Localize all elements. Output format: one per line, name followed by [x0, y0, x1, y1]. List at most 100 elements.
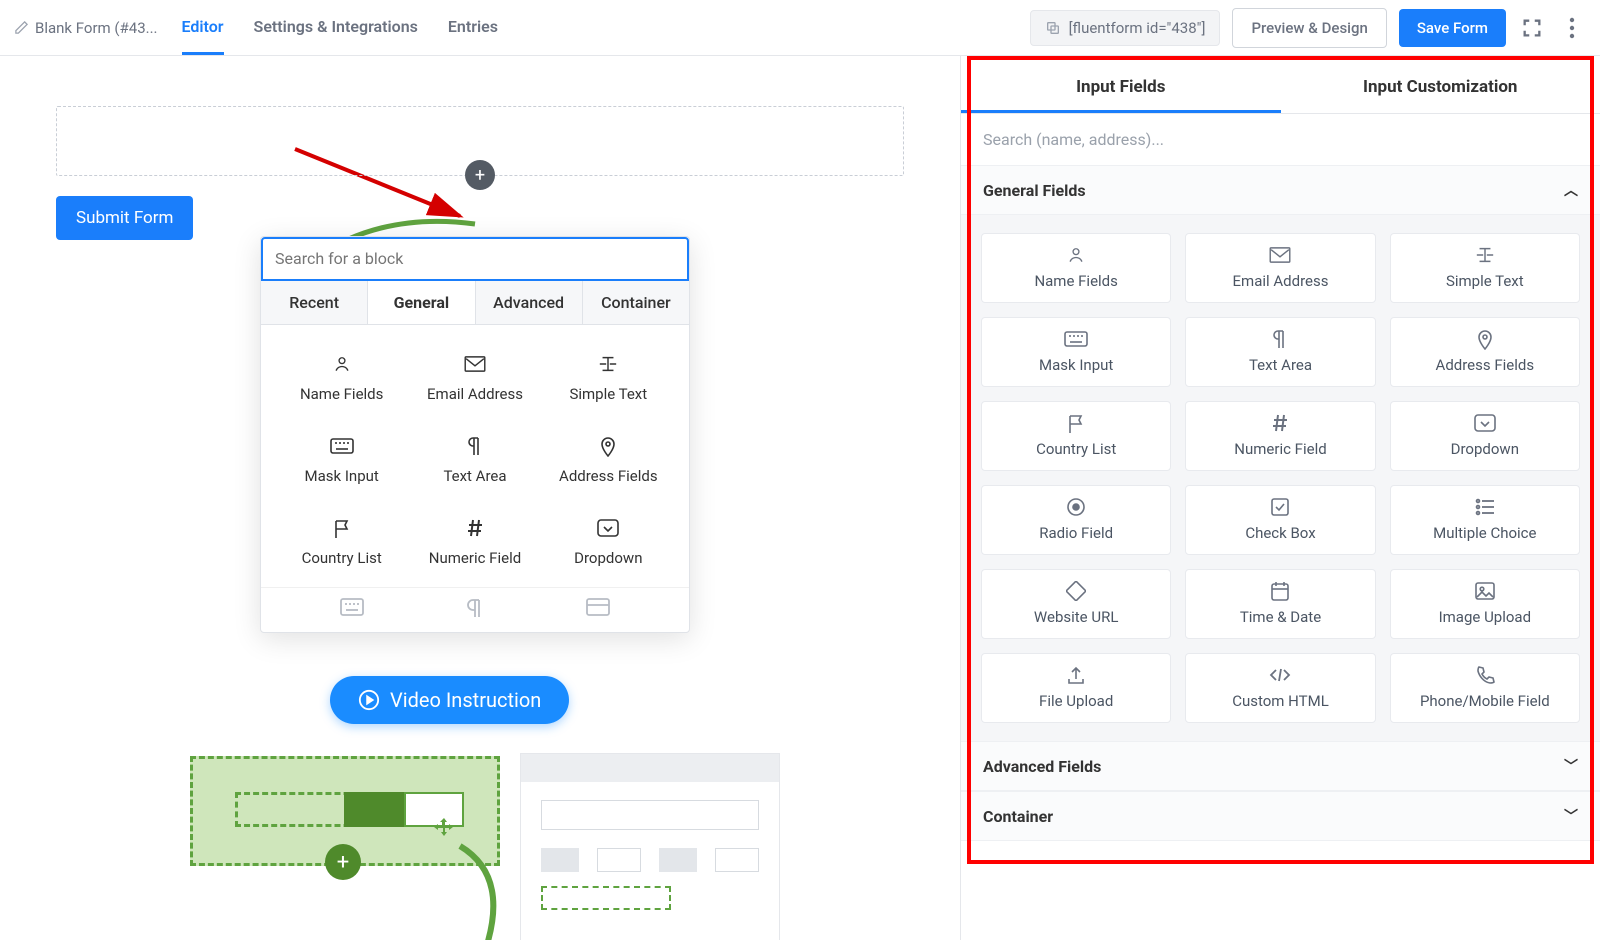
flag-icon: [1067, 414, 1085, 432]
side-search-input[interactable]: [961, 114, 1600, 166]
shortcode-text: [fluentform id="438"]: [1069, 19, 1206, 37]
copy-icon: [1045, 20, 1061, 36]
top-right: [fluentform id="438"] Preview & Design S…: [1030, 8, 1586, 48]
popover-item-select[interactable]: Dropdown: [542, 505, 675, 587]
tab-editor[interactable]: Editor: [182, 0, 224, 55]
field-tile-label: Text Area: [1249, 356, 1312, 374]
nav-tabs: Editor Settings & Integrations Entries: [182, 0, 498, 55]
drag-illustration: +: [170, 756, 790, 940]
video-instruction-button[interactable]: Video Instruction: [330, 676, 569, 724]
field-tile-radio[interactable]: Radio Field: [981, 485, 1171, 555]
popover-item-label: Country List: [302, 549, 382, 567]
field-tile-phone[interactable]: Phone/Mobile Field: [1390, 653, 1580, 723]
radio-icon: [1066, 498, 1086, 516]
tab-settings[interactable]: Settings & Integrations: [254, 0, 418, 55]
popover-tab-advanced[interactable]: Advanced: [476, 281, 583, 324]
textcursor-icon: [1474, 246, 1496, 264]
plus-icon: +: [475, 165, 485, 186]
paragraph-icon: [1272, 330, 1288, 348]
popover-item-user[interactable]: Name Fields: [275, 341, 408, 423]
popover-item-label: Numeric Field: [429, 549, 521, 567]
popover-item-pin[interactable]: Address Fields: [542, 423, 675, 505]
side-tab-input-fields[interactable]: Input Fields: [961, 64, 1281, 113]
field-tile-list[interactable]: Multiple Choice: [1390, 485, 1580, 555]
section-general-fields[interactable]: General Fields ︿: [961, 166, 1600, 215]
main: + Submit Form Recent General Advanced Co…: [0, 56, 1600, 940]
field-tile-label: Multiple Choice: [1433, 524, 1536, 542]
field-tile-textcursor[interactable]: Simple Text: [1390, 233, 1580, 303]
popover-item-paragraph[interactable]: Text Area: [408, 423, 541, 505]
field-tile-label: Website URL: [1034, 608, 1118, 626]
chevron-up-icon: ︿: [1564, 180, 1578, 200]
popover-item-label: Address Fields: [559, 467, 658, 485]
field-tile-mail[interactable]: Email Address: [1185, 233, 1375, 303]
popover-item-keyboard[interactable]: Mask Input: [275, 423, 408, 505]
block-search-input[interactable]: [261, 237, 689, 281]
fullscreen-icon[interactable]: [1518, 14, 1546, 42]
field-tile-label: Numeric Field: [1234, 440, 1326, 458]
popover-item-hash[interactable]: Numeric Field: [408, 505, 541, 587]
popover-item-textcursor[interactable]: Simple Text: [542, 341, 675, 423]
form-title[interactable]: Blank Form (#43...: [14, 19, 158, 37]
popover-item-label: Dropdown: [574, 549, 642, 567]
link-icon: [1066, 582, 1086, 600]
phone-icon: [1475, 666, 1495, 684]
popover-item-label: Text Area: [443, 467, 506, 485]
tab-entries[interactable]: Entries: [448, 0, 498, 55]
field-tile-label: Simple Text: [1446, 272, 1524, 290]
field-tile-user[interactable]: Name Fields: [981, 233, 1171, 303]
keyboard-icon: [1064, 330, 1088, 348]
canvas-area: + Submit Form Recent General Advanced Co…: [0, 56, 960, 940]
section-advanced-fields[interactable]: Advanced Fields ﹀: [961, 741, 1600, 791]
field-tile-flag[interactable]: Country List: [981, 401, 1171, 471]
save-form-button[interactable]: Save Form: [1399, 9, 1506, 47]
field-tile-select[interactable]: Dropdown: [1390, 401, 1580, 471]
popover-tab-general[interactable]: General: [368, 281, 475, 324]
field-tile-link[interactable]: Website URL: [981, 569, 1171, 639]
shortcode-box[interactable]: [fluentform id="438"]: [1030, 10, 1221, 46]
field-tile-label: Phone/Mobile Field: [1420, 692, 1550, 710]
add-block-button[interactable]: +: [465, 160, 495, 190]
popover-tab-container[interactable]: Container: [583, 281, 689, 324]
popover-item-flag[interactable]: Country List: [275, 505, 408, 587]
popover-item-mail[interactable]: Email Address: [408, 341, 541, 423]
field-tile-label: Address Fields: [1436, 356, 1535, 374]
side-tab-input-customization[interactable]: Input Customization: [1281, 64, 1600, 113]
mail-icon: [462, 353, 488, 375]
textcursor-icon: [595, 353, 621, 375]
preview-design-button[interactable]: Preview & Design: [1232, 8, 1386, 48]
keyboard-icon: [329, 435, 355, 457]
field-tile-pin[interactable]: Address Fields: [1390, 317, 1580, 387]
select-icon: [595, 517, 621, 539]
popover-item-label: Mask Input: [305, 467, 379, 485]
section-container[interactable]: Container ﹀: [961, 791, 1600, 841]
popover-tab-recent[interactable]: Recent: [261, 281, 368, 324]
form-title-text: Blank Form (#43...: [35, 19, 158, 37]
section-advanced-label: Advanced Fields: [983, 757, 1101, 776]
field-tile-calendar[interactable]: Time & Date: [1185, 569, 1375, 639]
field-tile-code[interactable]: Custom HTML: [1185, 653, 1375, 723]
side-panel-tabs: Input Fields Input Customization: [961, 64, 1600, 114]
field-tile-check[interactable]: Check Box: [1185, 485, 1375, 555]
more-menu-icon[interactable]: [1558, 14, 1586, 42]
field-tile-hash[interactable]: Numeric Field: [1185, 401, 1375, 471]
field-tile-paragraph[interactable]: Text Area: [1185, 317, 1375, 387]
hash-icon: [462, 517, 488, 539]
field-tile-label: Name Fields: [1034, 272, 1117, 290]
field-tile-keyboard[interactable]: Mask Input: [981, 317, 1171, 387]
submit-form-button[interactable]: Submit Form: [56, 196, 193, 240]
field-tile-label: Country List: [1036, 440, 1116, 458]
user-icon: [329, 353, 355, 375]
mail-icon: [1269, 246, 1291, 264]
field-tile-label: Check Box: [1245, 524, 1315, 542]
keyboard-icon: [340, 598, 364, 618]
popover-item-label: Simple Text: [569, 385, 647, 403]
hash-icon: [1271, 414, 1289, 432]
flag-icon: [329, 517, 355, 539]
field-tile-upload[interactable]: File Upload: [981, 653, 1171, 723]
user-icon: [1066, 246, 1086, 264]
popover-tabs: Recent General Advanced Container: [261, 281, 689, 325]
card-icon: [586, 598, 610, 618]
block-picker-popover: Recent General Advanced Container Name F…: [260, 236, 690, 633]
field-tile-image[interactable]: Image Upload: [1390, 569, 1580, 639]
